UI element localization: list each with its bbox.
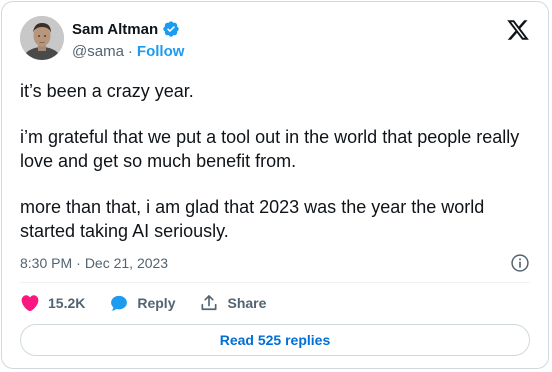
divider: [20, 282, 530, 283]
info-icon[interactable]: [510, 253, 530, 273]
heart-icon: [21, 295, 39, 312]
like-count: 15.2K: [48, 295, 86, 311]
read-replies-button[interactable]: Read 525 replies: [20, 324, 530, 356]
timestamp-separator: ·: [76, 255, 81, 271]
avatar[interactable]: [20, 16, 64, 60]
tweet-time[interactable]: 8:30 PM: [20, 255, 72, 271]
tweet-paragraph: more than that, i am glad that 2023 was …: [20, 197, 485, 241]
share-label: Share: [227, 295, 267, 311]
tweet-date[interactable]: Dec 21, 2023: [85, 255, 168, 271]
author-name-row: Sam Altman: [72, 19, 180, 39]
share-icon: [201, 295, 217, 311]
reply-label: Reply: [137, 295, 176, 311]
like-button[interactable]: 15.2K: [20, 293, 85, 313]
handle-separator: ·: [127, 42, 133, 60]
tweet-text: it’s been a crazy year. i’m grateful tha…: [20, 79, 532, 243]
follow-button[interactable]: Follow: [137, 43, 185, 60]
tweet-timestamp[interactable]: 8:30 PM · Dec 21, 2023: [20, 254, 168, 272]
tweet-paragraph: i’m grateful that we put a tool out in t…: [20, 127, 520, 171]
author-display-name[interactable]: Sam Altman: [72, 21, 158, 38]
author-handle-row: @sama · Follow: [72, 42, 184, 60]
tweet-card: Sam Altman @sama · Follow it’s been a cr…: [1, 1, 549, 369]
tweet-actions: 15.2K Reply Share: [20, 292, 266, 314]
reply-bubble-icon: [111, 295, 128, 311]
share-button[interactable]: Share: [199, 293, 266, 313]
author-handle[interactable]: @sama: [72, 43, 124, 60]
reply-button[interactable]: Reply: [109, 293, 175, 313]
verified-badge-icon: [162, 20, 180, 38]
x-logo-icon[interactable]: [506, 18, 530, 42]
tweet-paragraph: it’s been a crazy year.: [20, 81, 194, 101]
avatar-photo: [20, 16, 64, 60]
